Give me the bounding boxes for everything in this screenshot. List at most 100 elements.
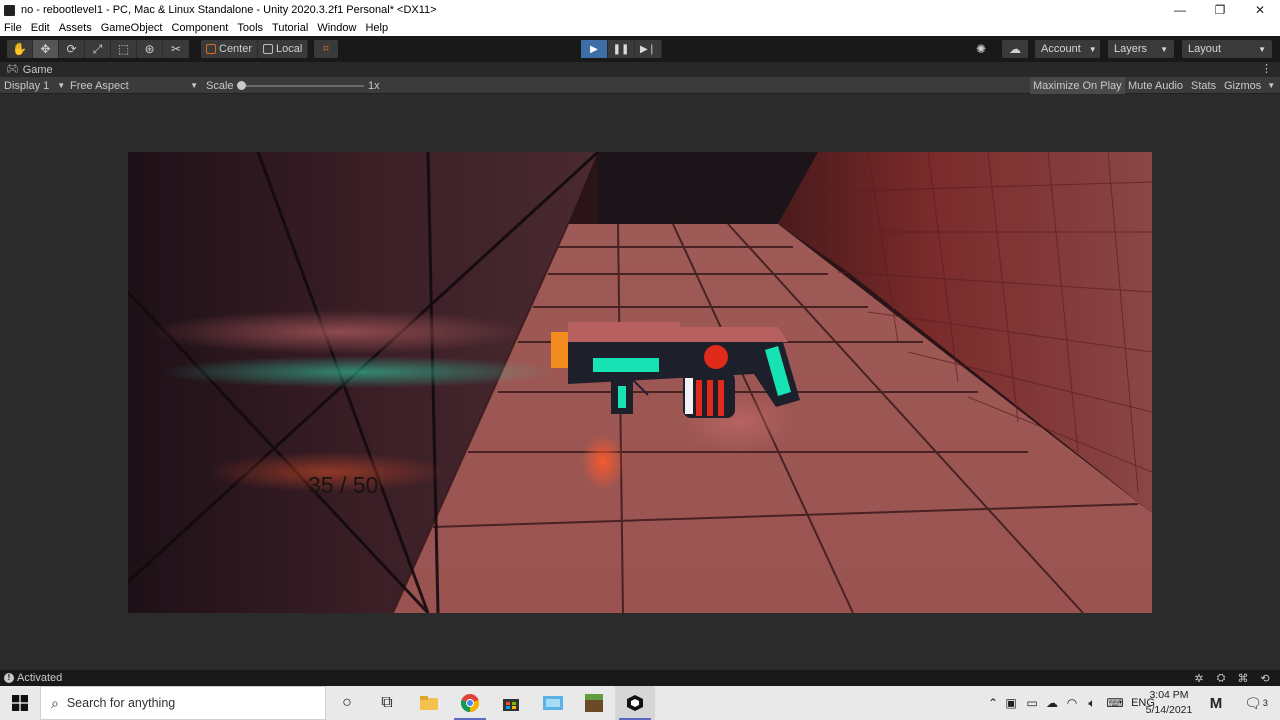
photos-icon[interactable] (533, 686, 573, 720)
store-icon[interactable] (491, 686, 531, 720)
menu-tools[interactable]: Tools (237, 22, 263, 34)
menu-gameobject[interactable]: GameObject (101, 22, 163, 34)
scale-slider-thumb[interactable] (237, 81, 246, 90)
battery-icon[interactable]: ▭ (1022, 696, 1042, 710)
window-title: no - rebootlevel1 - PC, Mac & Linux Stan… (21, 4, 437, 16)
collab-icon[interactable]: ✺ (968, 40, 994, 58)
pivot-tools: Center Local (201, 40, 309, 58)
layers-label: Layers (1114, 43, 1148, 55)
account-label: Account (1041, 43, 1081, 55)
ammo-counter: 35 / 50 (308, 472, 379, 498)
transform-tool-icon[interactable]: ⊛ (137, 40, 163, 58)
info-icon: ! (4, 673, 14, 683)
stats-toggle[interactable]: Stats (1188, 77, 1219, 94)
custom-tool-icon[interactable]: ✂ (163, 40, 189, 58)
minecraft-icon[interactable] (574, 686, 614, 720)
display-dropdown[interactable]: Display 1 ▼ (4, 77, 65, 94)
unity-app-icon (4, 4, 15, 16)
keyboard-icon[interactable]: ⌨ (1102, 696, 1128, 710)
menu-file[interactable]: File (4, 22, 22, 34)
hand-tool-icon[interactable]: ✋ (7, 40, 33, 58)
cache-icon[interactable]: ⛭ (1210, 671, 1232, 685)
scale-value: 1x (368, 79, 380, 92)
windows-start-button[interactable] (0, 686, 40, 720)
grid-snap-icon[interactable]: ⌗ (314, 40, 338, 58)
taskbar-clock[interactable]: 3:04 PM 5/14/2021 (1142, 688, 1196, 718)
layers-dropdown[interactable]: Layers ▼ (1108, 40, 1174, 58)
chevron-up-icon[interactable]: ⌃ (986, 696, 1000, 710)
graphics-icon[interactable]: ⌘ (1232, 671, 1254, 685)
scale-tool-icon[interactable]: ⤢ (85, 40, 111, 58)
file-explorer-icon[interactable] (409, 686, 449, 720)
menu-window[interactable]: Window (317, 22, 356, 34)
close-button[interactable]: ✕ (1240, 0, 1280, 20)
scale-slider-track[interactable] (240, 85, 364, 87)
display-label: Display 1 (4, 79, 50, 92)
unity-taskbar-icon[interactable] (615, 686, 655, 720)
play-controls: ▶ ❚❚ ▶❘ (581, 40, 662, 58)
aspect-dropdown[interactable]: Free Aspect ▼ (70, 77, 198, 94)
task-view-icon[interactable]: ⧉ (367, 686, 407, 720)
search-icon: ⌕ (51, 694, 59, 711)
windows-logo-icon (12, 695, 28, 711)
chrome-icon[interactable] (450, 686, 490, 720)
bug-icon[interactable]: ✲ (1188, 671, 1210, 685)
menu-help[interactable]: Help (365, 22, 388, 34)
chevron-down-icon: ▼ (1258, 44, 1266, 54)
tab-game-label: Game (22, 63, 53, 76)
search-placeholder: Search for anything (66, 696, 176, 710)
pivot-local-button[interactable]: Local (258, 40, 309, 58)
space-label: Local (276, 43, 303, 55)
pivot-center-button[interactable]: Center (201, 40, 259, 58)
mute-audio-toggle[interactable]: Mute Audio (1125, 77, 1186, 94)
game-view-toolbar: Display 1 ▼ Free Aspect ▼ Scale 1x Maxim… (0, 77, 1280, 94)
layout-label: Layout (1188, 43, 1222, 55)
menu-component[interactable]: Component (171, 22, 228, 34)
onedrive-icon[interactable]: ☁ (1042, 696, 1062, 710)
notification-center-icon[interactable]: 🗨︎ 3 (1236, 686, 1276, 720)
account-dropdown[interactable]: Account ▼ (1035, 40, 1100, 58)
gizmos-dropdown[interactable]: Gizmos ▼ (1221, 77, 1278, 94)
chevron-down-icon: ▼ (1088, 44, 1097, 54)
menu-edit[interactable]: Edit (31, 22, 50, 34)
menu-bar: File Edit Assets GameObject Component To… (0, 20, 1280, 36)
move-tool-icon[interactable]: ✥ (33, 40, 59, 58)
cloud-icon[interactable]: ☁ (1002, 40, 1028, 58)
aspect-label: Free Aspect (70, 79, 129, 92)
transform-tools: ✋ ✥ ⟳ ⤢ ⬚ ⊛ ✂ (7, 40, 189, 58)
rect-tool-icon[interactable]: ⬚ (111, 40, 137, 58)
kebab-menu-icon[interactable]: ⋮ (1261, 62, 1272, 75)
volume-icon[interactable]: 🔈︎ (1082, 696, 1102, 711)
windows-taskbar: ⌕ Search for anything ○ ⧉ ⌃ ▣ ▭ ☁ ◠ 🔈︎ ⌨… (0, 686, 1280, 720)
clock-date: 5/14/2021 (1145, 704, 1193, 716)
chevron-down-icon: ▼ (57, 81, 66, 90)
menu-tutorial[interactable]: Tutorial (272, 22, 308, 34)
gamepad-icon: 🎮︎ (6, 64, 19, 75)
step-button[interactable]: ▶❘ (635, 40, 662, 58)
cortana-icon[interactable]: ○ (327, 686, 367, 720)
maximize-on-play-toggle[interactable]: Maximize On Play (1030, 77, 1125, 94)
meet-now-icon[interactable]: M (1198, 686, 1234, 720)
status-bar: ! Activated ✲ ⛭ ⌘ ⟲ (0, 670, 1280, 686)
wifi-icon[interactable]: ◠ (1062, 696, 1082, 710)
chevron-down-icon: ▼ (1267, 81, 1276, 90)
pause-button[interactable]: ❚❚ (608, 40, 635, 58)
chevron-down-icon: ▼ (190, 81, 198, 90)
scene-render (128, 152, 1152, 613)
status-text: Activated (17, 672, 63, 684)
main-toolbar: ✋ ✥ ⟳ ⤢ ⬚ ⊛ ✂ Center Local ⌗ ▶ ❚❚ ▶❘ ✺ ☁… (0, 36, 1280, 62)
rotate-tool-icon[interactable]: ⟳ (59, 40, 85, 58)
play-button[interactable]: ▶ (581, 40, 608, 58)
game-tab-bar: 🎮︎ Game ⋮ (0, 62, 1280, 77)
game-scene[interactable]: 35 / 50 (128, 152, 1152, 613)
layout-dropdown[interactable]: Layout ▼ (1182, 40, 1272, 58)
tab-game[interactable]: 🎮︎ Game (0, 64, 53, 76)
tray-app-icon[interactable]: ▣ (1000, 696, 1022, 710)
menu-assets[interactable]: Assets (59, 22, 92, 34)
maximize-button[interactable]: ❐ (1200, 0, 1240, 20)
pivot-icon (206, 44, 216, 54)
refresh-icon[interactable]: ⟲ (1254, 671, 1276, 685)
taskbar-search[interactable]: ⌕ Search for anything (40, 686, 326, 720)
minimize-button[interactable]: — (1160, 0, 1200, 20)
pivot-label: Center (219, 43, 253, 55)
